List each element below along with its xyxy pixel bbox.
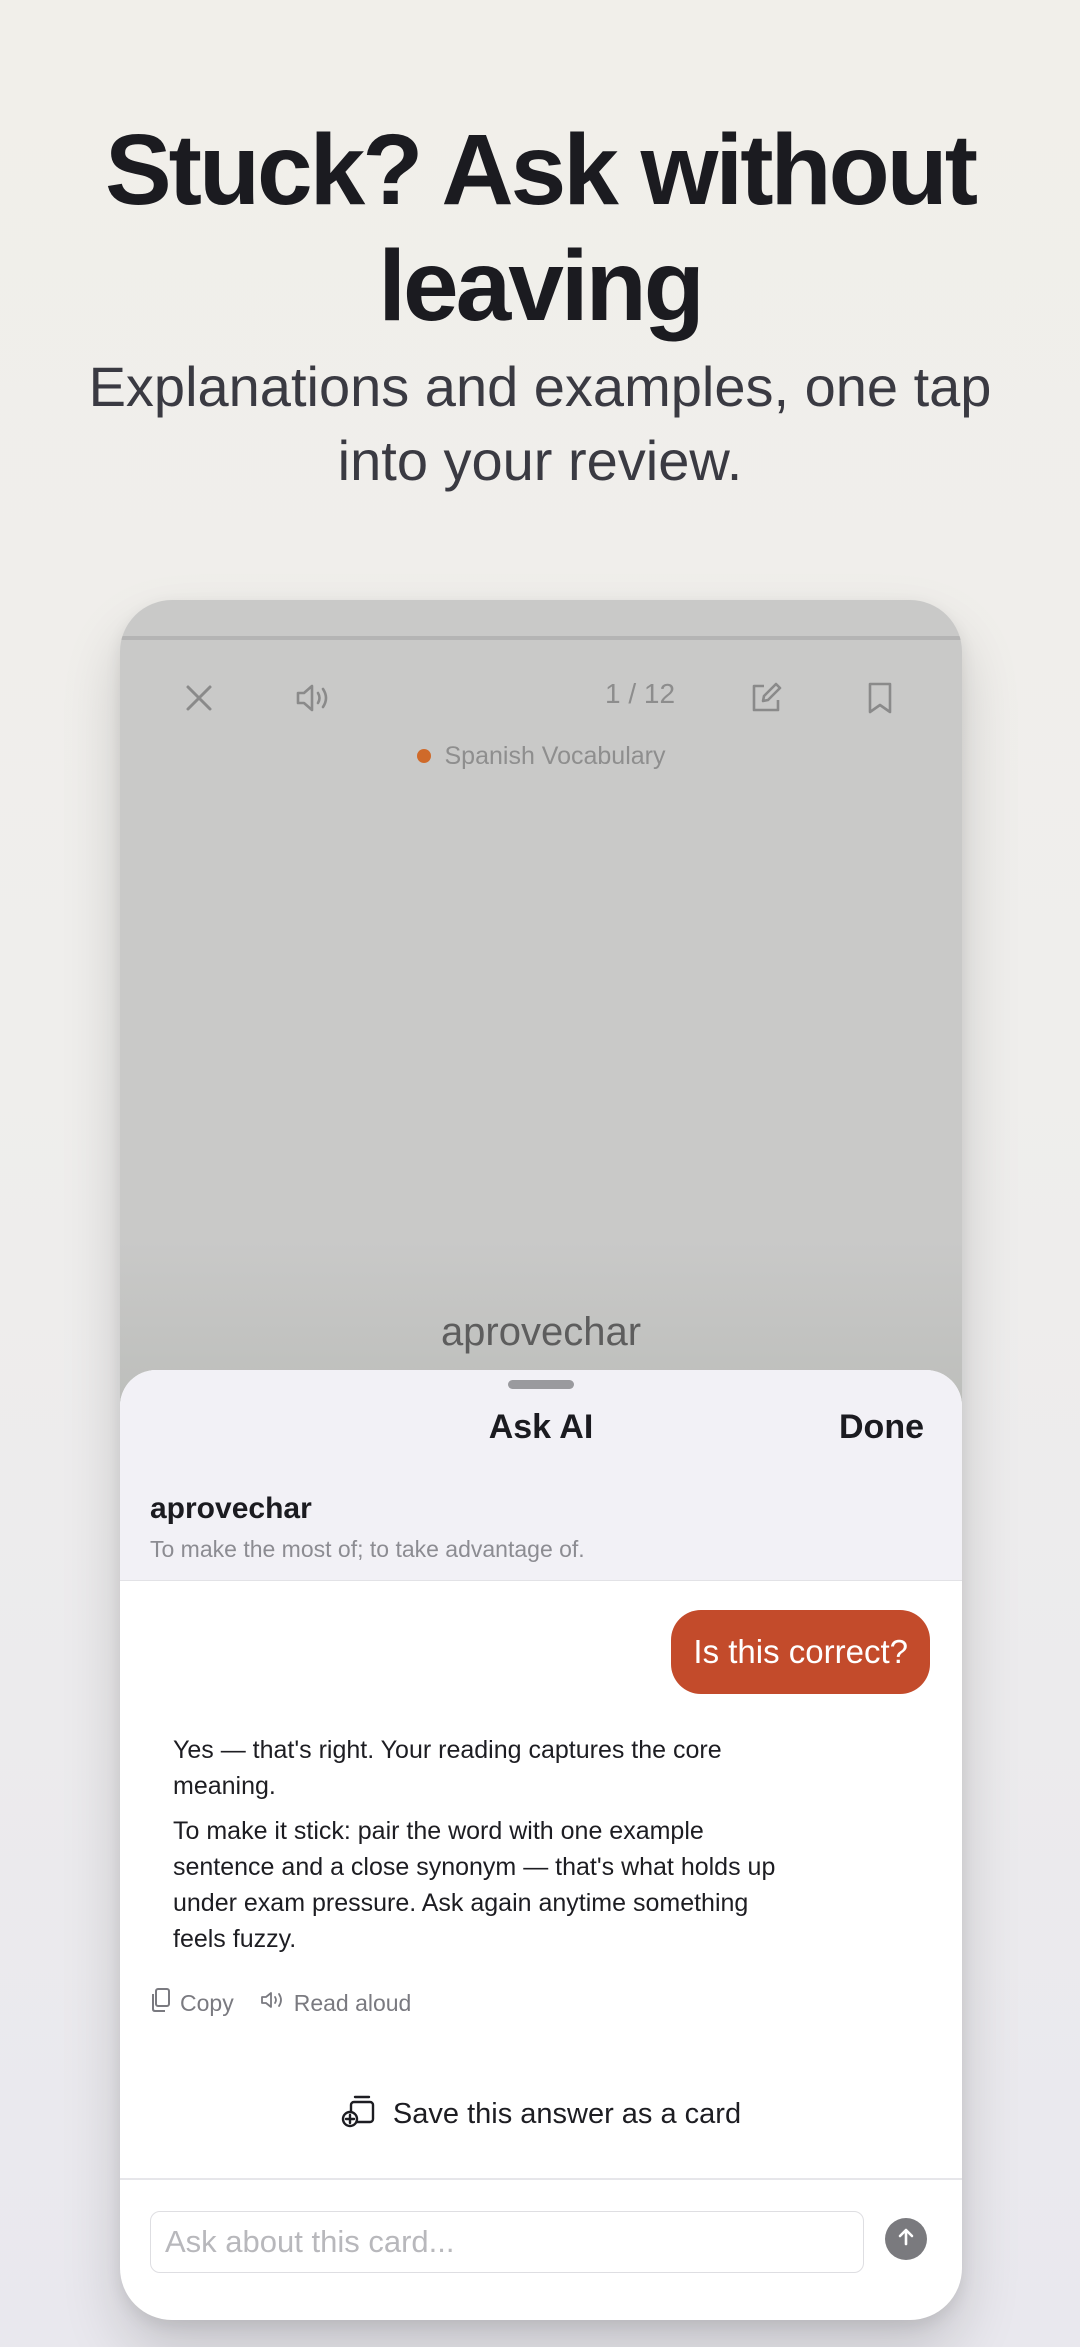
copy-button[interactable]: Copy xyxy=(150,1987,234,2019)
user-message-bubble: Is this correct? xyxy=(671,1610,930,1694)
card-counter: 1 / 12 xyxy=(604,678,676,709)
copy-icon xyxy=(150,1987,172,2019)
save-as-card-label: Save this answer as a card xyxy=(392,2097,742,2130)
deck-label: Spanish Vocabulary xyxy=(120,742,962,771)
deck-color-dot xyxy=(416,749,431,763)
phone-screen: 1 / 12 Spanish Vocabulary aprovechar Ask… xyxy=(120,600,962,2320)
headline-line-1: Stuck? Ask without xyxy=(104,114,978,226)
context-card-word: aprovechar xyxy=(150,1492,312,1525)
ai-answer: Yes — that's right. Your reading capture… xyxy=(173,1732,793,1966)
read-aloud-button[interactable]: Read aloud xyxy=(260,1987,412,2019)
headline-line-2: leaving xyxy=(378,230,705,342)
promo-subheading: Explanations and examples, one tap into … xyxy=(60,350,1020,498)
answer-actions: Copy Read aloud xyxy=(150,1987,411,2019)
deck-name: Spanish Vocabulary xyxy=(444,742,666,770)
input-divider xyxy=(120,2178,962,2180)
add-card-icon xyxy=(341,2092,377,2136)
ask-ai-sheet: Ask AI Done aprovechar To make the most … xyxy=(120,1370,962,2320)
ask-input[interactable] xyxy=(150,2211,864,2273)
subheading-line-2: into your review. xyxy=(337,429,743,492)
bookmark-icon[interactable] xyxy=(852,670,908,726)
copy-label: Copy xyxy=(180,1989,234,2016)
answer-paragraph: To make it stick: pair the word with one… xyxy=(173,1817,776,1953)
card-front-word: aprovechar xyxy=(440,1310,642,1354)
close-icon[interactable] xyxy=(171,670,227,726)
sheet-header: Ask AI Done aprovechar To make the most … xyxy=(120,1370,962,1581)
done-button[interactable]: Done xyxy=(839,1408,924,1447)
review-progress-bar xyxy=(120,636,962,640)
answer-paragraph: Yes — that's right. Your reading capture… xyxy=(173,1736,722,1800)
context-card-definition: To make the most of; to take advantage o… xyxy=(150,1536,585,1562)
subheading-line-1: Explanations and examples, one tap xyxy=(88,355,992,418)
arrow-up-icon xyxy=(895,2226,917,2253)
sheet-title: Ask AI xyxy=(488,1408,594,1446)
edit-icon[interactable] xyxy=(738,670,794,726)
sheet-grabber[interactable] xyxy=(508,1380,574,1389)
read-aloud-label: Read aloud xyxy=(293,1989,412,2016)
speaker-icon[interactable] xyxy=(286,670,342,726)
promo-headline: Stuck? Ask without leaving xyxy=(0,112,1080,344)
save-as-card-button[interactable]: Save this answer as a card xyxy=(120,2092,962,2136)
send-button[interactable] xyxy=(885,2218,927,2260)
speaker-icon xyxy=(260,1989,286,2017)
